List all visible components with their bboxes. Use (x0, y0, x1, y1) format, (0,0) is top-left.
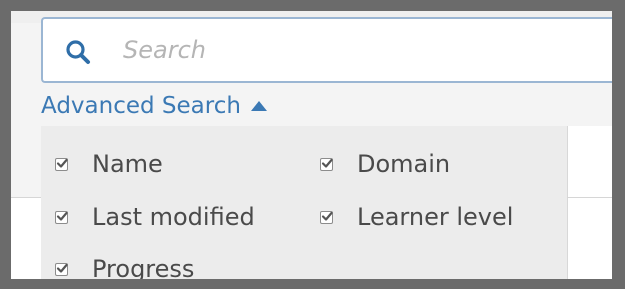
filter-checkbox-domain[interactable] (320, 157, 333, 171)
filter-checkbox-last-modified[interactable] (55, 210, 68, 224)
filter-label-learner-level: Learner level (357, 203, 514, 231)
background-table-cell-left (11, 197, 41, 279)
filter-option-learner-level[interactable]: Learner level (320, 199, 513, 235)
caret-up-icon[interactable] (250, 101, 267, 111)
filter-label-domain: Domain (357, 150, 451, 178)
search-icon[interactable] (65, 39, 91, 65)
screenshot-frame: Advanced Search Name Domain Last modifie… (0, 0, 625, 289)
background-divider (567, 197, 612, 198)
filter-option-name[interactable]: Name (55, 146, 163, 182)
advanced-search-label[interactable]: Advanced Search (41, 93, 241, 119)
advanced-search-toggle[interactable]: Advanced Search (41, 89, 267, 123)
background-table-cell (567, 126, 612, 279)
filter-option-progress[interactable]: Progress (55, 251, 195, 283)
advanced-search-panel: Name Domain Last modified Learner level (41, 126, 567, 283)
filter-checkbox-learner-level[interactable] (320, 210, 333, 224)
filter-checkbox-progress[interactable] (55, 262, 68, 276)
filter-option-domain[interactable]: Domain (320, 146, 450, 182)
filter-label-progress: Progress (92, 255, 195, 283)
search-box[interactable] (41, 17, 612, 83)
filter-checkbox-name[interactable] (55, 157, 68, 171)
search-input[interactable] (123, 33, 603, 67)
background-divider (11, 197, 41, 198)
filter-label-name: Name (92, 150, 163, 178)
filter-option-last-modified[interactable]: Last modified (55, 199, 255, 235)
filter-label-last-modified: Last modified (92, 203, 255, 231)
